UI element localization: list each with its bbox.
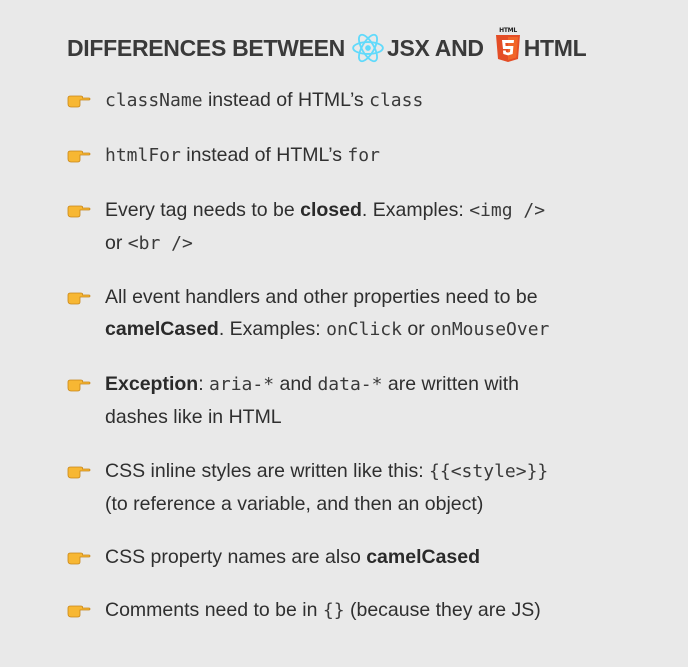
list-item: Exception: aria-* and data-* are written… bbox=[67, 368, 648, 433]
pointing-hand-icon bbox=[67, 194, 105, 226]
bold-exception: Exception bbox=[105, 373, 199, 395]
item-text: (to reference a variable, and then an ob… bbox=[105, 493, 484, 515]
item-text: . Examples: bbox=[361, 199, 470, 221]
item-text: are written with bbox=[382, 373, 520, 395]
item-text: All event handlers and other properties … bbox=[105, 286, 538, 308]
bold-camelcased: camelCased bbox=[366, 546, 481, 568]
code-style-braces: {{<style>}} bbox=[429, 461, 549, 482]
title-part-1: DIFFERENCES BETWEEN bbox=[67, 34, 345, 61]
item-text: and bbox=[274, 373, 318, 395]
html5-badge-text: HTML bbox=[499, 27, 517, 34]
list-item: CSS property names are also camelCased bbox=[67, 541, 648, 573]
list-item: className instead of HTML’s class bbox=[67, 84, 648, 117]
item-text: or bbox=[401, 318, 431, 340]
code-img-tag: <img /> bbox=[469, 200, 546, 221]
page-title: DIFFERENCES BETWEEN JSX AND HTML HTML bbox=[67, 27, 648, 68]
item-text: dashes like in HTML bbox=[105, 406, 282, 428]
code-class: class bbox=[369, 90, 424, 111]
pointing-hand-icon bbox=[67, 594, 105, 626]
title-part-2: JSX AND bbox=[386, 34, 484, 61]
html5-icon: HTML bbox=[495, 27, 520, 62]
item-text: or bbox=[105, 232, 128, 254]
code-aria: aria-* bbox=[209, 374, 275, 395]
code-for: for bbox=[347, 145, 380, 166]
list-item: All event handlers and other properties … bbox=[67, 281, 648, 346]
code-data: data-* bbox=[317, 374, 383, 395]
item-text: (because they are JS) bbox=[344, 599, 541, 621]
item-text: : bbox=[198, 373, 210, 395]
item-text: CSS inline styles are written like this: bbox=[105, 460, 430, 482]
item-text: Comments need to be in bbox=[105, 599, 323, 621]
pointing-hand-icon bbox=[67, 281, 105, 313]
list-item: Comments need to be in {} (because they … bbox=[67, 594, 648, 627]
pointing-hand-icon bbox=[67, 139, 105, 171]
list-item: htmlFor instead of HTML’s for bbox=[67, 139, 648, 172]
item-text: instead of HTML’s bbox=[202, 89, 370, 111]
code-braces: {} bbox=[322, 600, 345, 621]
item-text: instead of HTML’s bbox=[180, 144, 348, 166]
code-br-tag: <br /> bbox=[127, 233, 193, 254]
item-text: Every tag needs to be bbox=[105, 199, 301, 221]
code-htmlfor: htmlFor bbox=[105, 145, 181, 166]
item-text: . Examples: bbox=[218, 318, 327, 340]
pointing-hand-icon bbox=[67, 368, 105, 400]
title-part-3: HTML bbox=[523, 34, 587, 61]
list-item: CSS inline styles are written like this:… bbox=[67, 455, 648, 520]
code-classname: className bbox=[105, 90, 203, 111]
react-icon bbox=[352, 33, 384, 63]
pointing-hand-icon bbox=[67, 541, 105, 573]
code-onmouseover: onMouseOver bbox=[430, 319, 550, 340]
differences-list: className instead of HTML’s class htmlFo… bbox=[67, 84, 648, 627]
slide: DIFFERENCES BETWEEN JSX AND HTML HTML cl… bbox=[0, 0, 688, 667]
item-text: CSS property names are also bbox=[105, 546, 367, 568]
code-onclick: onClick bbox=[326, 319, 402, 340]
bold-camelcased: camelCased bbox=[105, 318, 219, 340]
bold-closed: closed bbox=[300, 199, 362, 221]
pointing-hand-icon bbox=[67, 84, 105, 116]
pointing-hand-icon bbox=[67, 455, 105, 487]
list-item: Every tag needs to be closed. Examples: … bbox=[67, 194, 648, 260]
